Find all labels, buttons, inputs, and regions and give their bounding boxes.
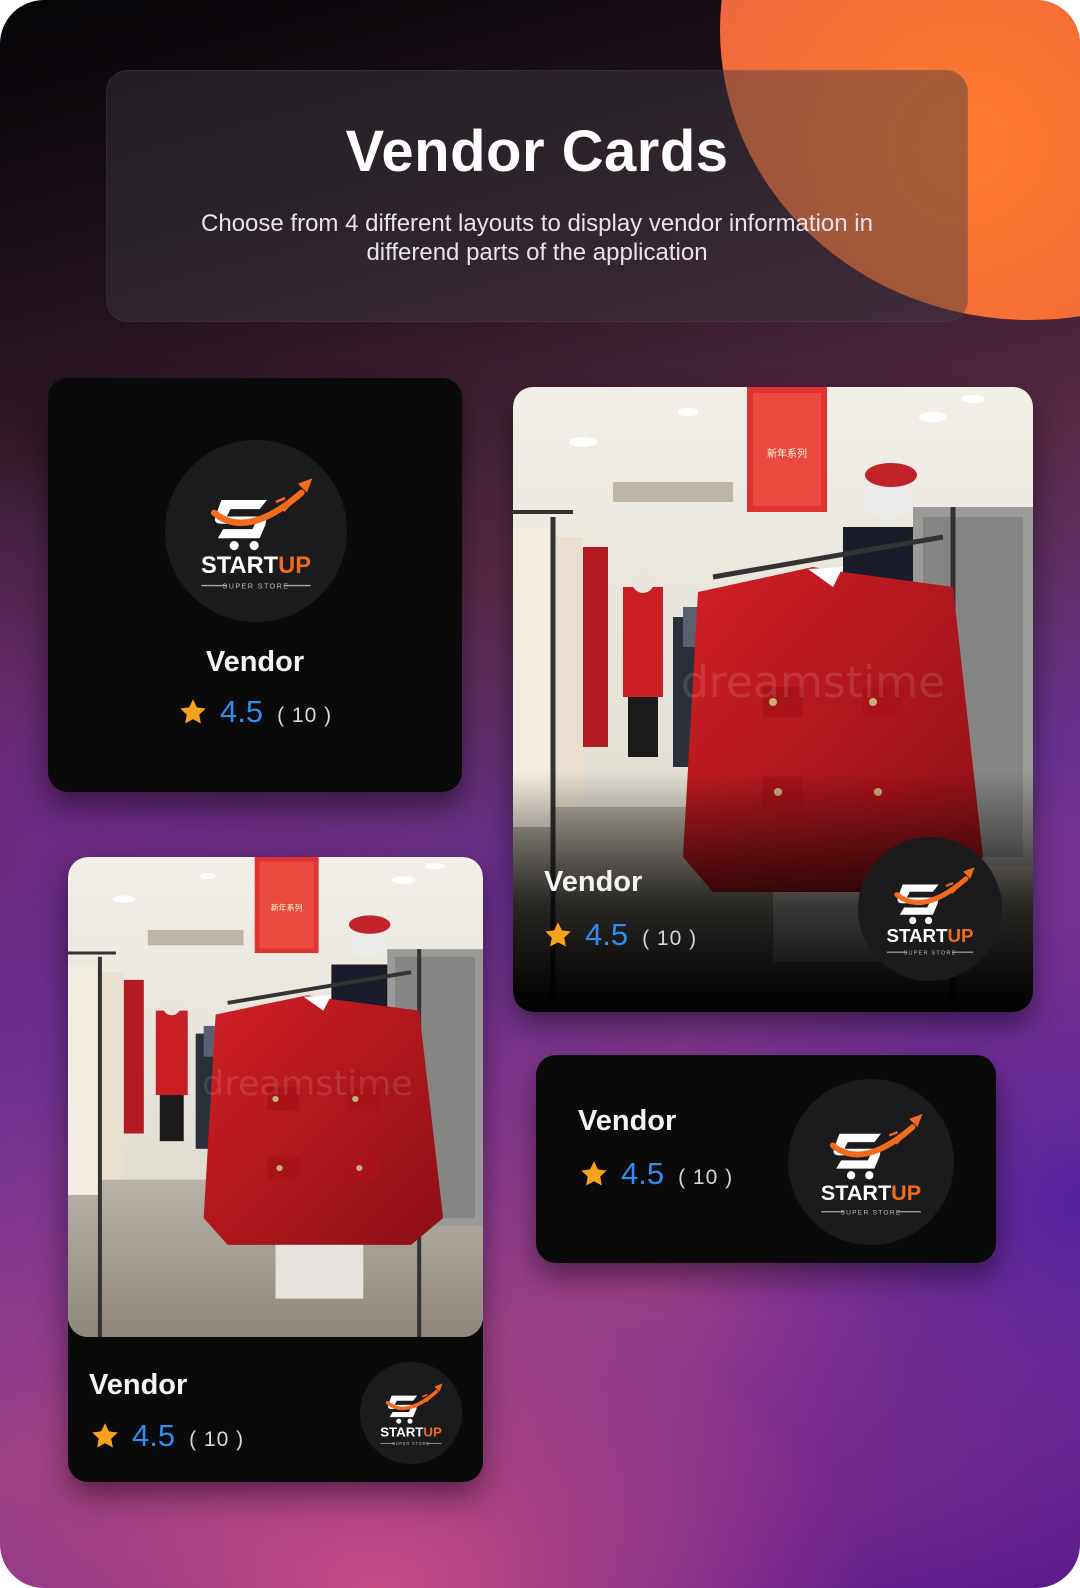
startup-logo-icon: STARTUP SUPER STORE [858,837,1002,981]
startup-logo-icon: STARTUP SUPER STORE [165,440,347,622]
vendor-logo: STARTUP SUPER STORE [788,1079,954,1245]
review-count: ( 10 ) [678,1166,734,1189]
startup-logo-icon: STARTUP SUPER STORE [360,1362,462,1464]
star-icon [92,1423,118,1448]
background: Vendor Cards Choose from 4 different lay… [0,0,1080,1588]
svg-text:SUPER STORE: SUPER STORE [392,1441,430,1446]
star-icon [180,699,206,724]
review-count: ( 10 ) [189,1428,245,1451]
rating-value: 4.5 [585,917,629,952]
vendor-name: Vendor [578,1105,677,1137]
vendor-card-square[interactable]: STARTUP SUPER STORE Vendor 4.5 ( 10 ) [48,378,462,792]
vendor-card-image-overlay[interactable]: 新年系列 dreamstime Vendor 4.5 ( 10 ) STARTUP… [513,387,1033,1012]
svg-text:STARTUP: STARTUP [886,925,973,946]
vendor-rating: 4.5 ( 10 ) [90,1418,244,1454]
svg-text:STARTUP: STARTUP [380,1424,442,1439]
vendor-name: Vendor [89,1369,188,1401]
startup-logo-icon: STARTUP SUPER STORE [788,1079,954,1245]
rating-value: 4.5 [621,1156,665,1191]
svg-text:SUPER STORE: SUPER STORE [223,581,290,590]
vendor-logo: STARTUP SUPER STORE [360,1362,462,1464]
svg-text:STARTUP: STARTUP [821,1180,921,1205]
vendor-logo: STARTUP SUPER STORE [858,837,1002,981]
vendor-name: Vendor [544,866,643,898]
rating-value: 4.5 [220,694,264,729]
vendor-rating: 4.5 ( 10 ) [579,1156,733,1192]
svg-text:SUPER STORE: SUPER STORE [904,950,957,956]
vendor-name: Vendor [205,646,305,678]
page-subtitle: Choose from 4 different layouts to displ… [201,210,873,266]
rating-value: 4.5 [132,1418,176,1453]
vendor-card-image-footer[interactable]: 新年系列 dreamstime Vendor 4.5 ( 10 ) STARTUP… [68,857,483,1482]
hero-panel: Vendor Cards Choose from 4 different lay… [106,70,968,322]
svg-text:SUPER STORE: SUPER STORE [840,1209,901,1216]
review-count: ( 10 ) [277,704,333,727]
svg-text:新年系列: 新年系列 [767,447,807,460]
vendor-logo: STARTUP SUPER STORE [165,440,347,622]
store-photo: 新年系列 dreamstime [68,857,483,1337]
review-count: ( 10 ) [642,927,698,950]
svg-text:STARTUP: STARTUP [201,553,311,579]
vendor-card-compact[interactable]: Vendor 4.5 ( 10 ) STARTUP SUPER STORE [536,1055,996,1263]
star-icon [545,922,571,947]
page-title: Vendor Cards [345,119,729,184]
vendor-rating: 4.5 ( 10 ) [543,917,697,953]
svg-text:dreamstime: dreamstime [681,657,945,708]
svg-text:dreamstime: dreamstime [202,1065,413,1104]
vendor-rating: 4.5 ( 10 ) [178,694,332,730]
star-icon [581,1161,607,1186]
svg-text:新年系列: 新年系列 [271,903,303,913]
